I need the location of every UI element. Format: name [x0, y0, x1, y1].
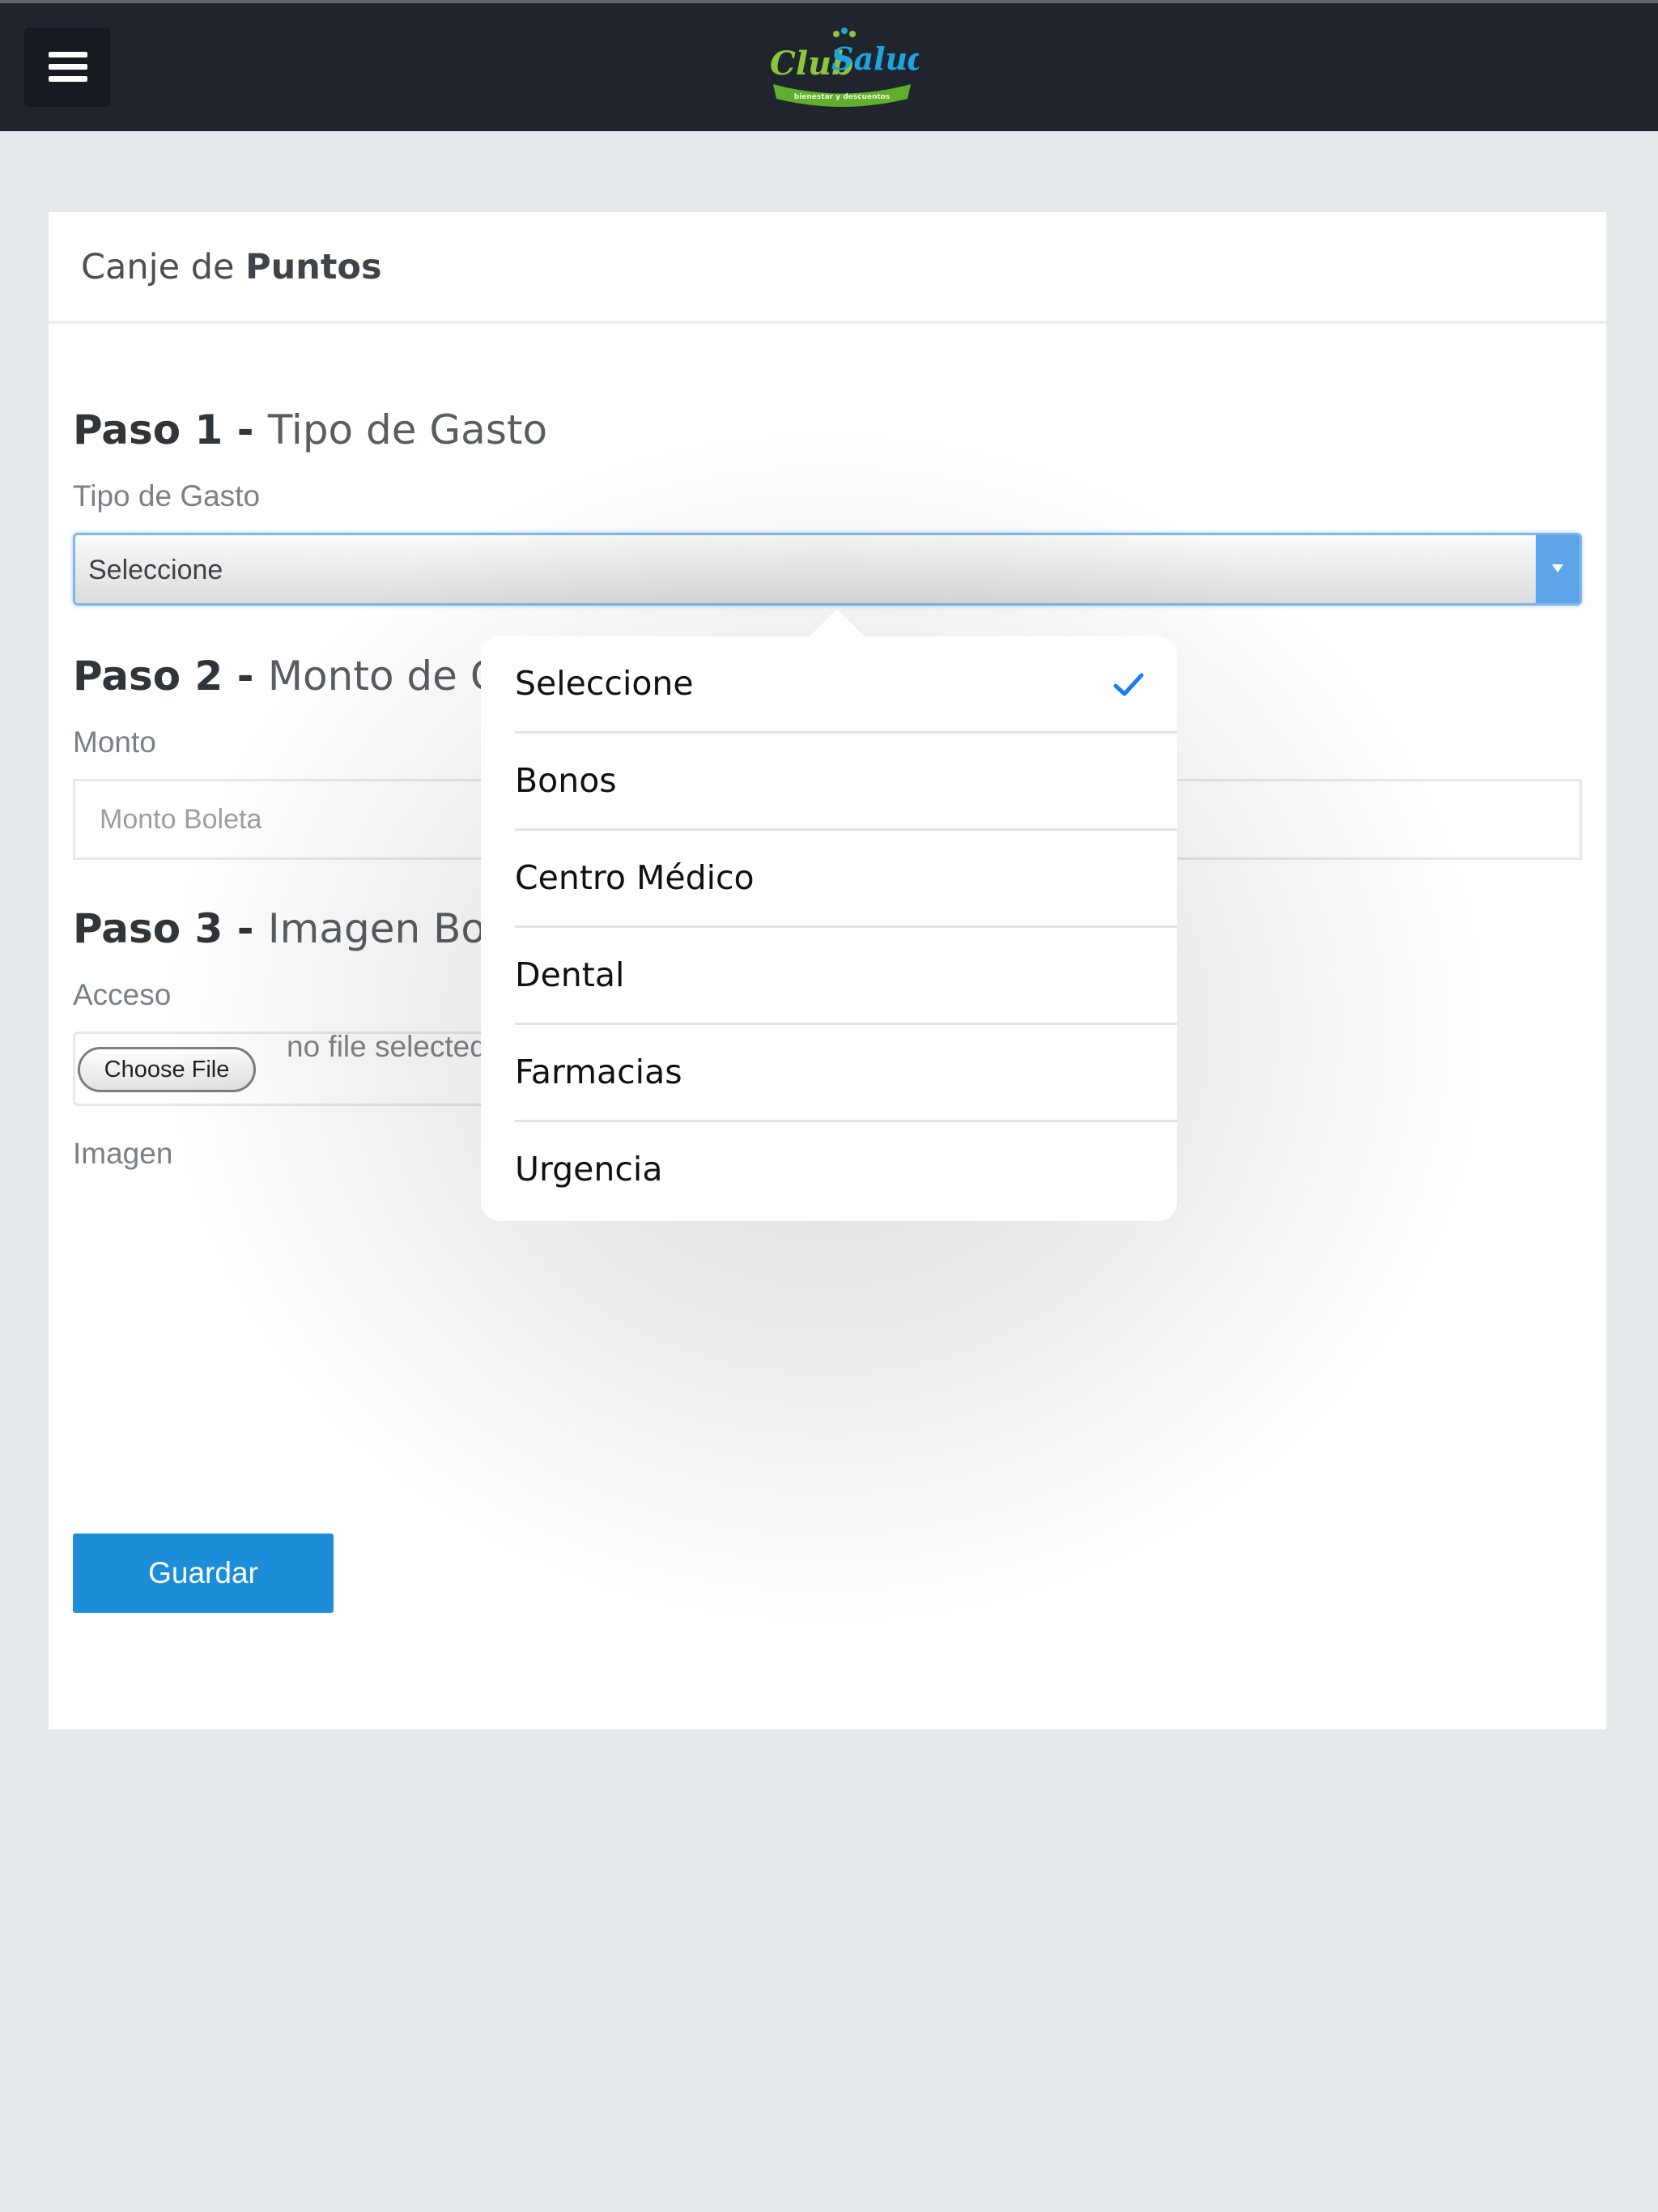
step1-title-text: Tipo de Gasto [267, 406, 548, 453]
step1-number: Paso 1 - [73, 406, 268, 453]
top-navigation-bar: Club Salud bienestar y descuentos [0, 0, 1658, 131]
dropdown-option-label: Farmacias [515, 1053, 682, 1091]
popover-arrow [810, 609, 865, 636]
checkmark-icon [1113, 673, 1144, 696]
dropdown-option-label: Dental [515, 955, 625, 994]
dropdown-option-label: Seleccione [515, 664, 694, 703]
page-title-strong: Puntos [245, 247, 382, 287]
image-label: Imagen [73, 1137, 173, 1170]
step2-number: Paso 2 - [73, 653, 268, 700]
choose-file-button[interactable]: Choose File [78, 1047, 256, 1092]
expense-type-dropdown: Seleccione Bonos Centro Médico Dental Fa… [481, 636, 1177, 1221]
hamburger-menu-icon-bar [49, 64, 87, 70]
page-title-prefix: Canje de [81, 247, 246, 287]
dropdown-option-dental[interactable]: Dental [515, 928, 1177, 1025]
card-header: Canje de Puntos [49, 212, 1606, 324]
dropdown-option-urgencia[interactable]: Urgencia [515, 1122, 1177, 1219]
expense-type-select[interactable]: Seleccione [73, 533, 1582, 606]
access-label: Acceso [73, 978, 172, 1011]
dropdown-option-centro-medico[interactable]: Centro Médico [515, 831, 1177, 928]
triangle-down-icon[interactable] [1536, 535, 1579, 603]
dropdown-option-farmacias[interactable]: Farmacias [515, 1025, 1177, 1122]
amount-label: Monto [73, 725, 156, 759]
logo-tagline: bienestar y descuentos [794, 93, 890, 101]
dropdown-option-label: Centro Médico [515, 858, 755, 897]
page-title: Canje de Puntos [81, 247, 382, 287]
dropdown-option-bonos[interactable]: Bonos [515, 734, 1177, 831]
logo-text-salud: Salud [831, 40, 919, 77]
save-button[interactable]: Guardar [73, 1534, 334, 1613]
dropdown-option-seleccione[interactable]: Seleccione [515, 636, 1177, 734]
hamburger-menu-button[interactable] [24, 28, 110, 107]
clubsalud-logo[interactable]: Club Salud bienestar y descuentos [765, 26, 919, 115]
dropdown-option-label: Bonos [515, 761, 617, 800]
hamburger-menu-icon-bar [49, 76, 87, 82]
step1-title: Paso 1 - Tipo de Gasto [73, 406, 547, 453]
expense-type-selected-value: Seleccione [88, 555, 223, 585]
hamburger-menu-icon [49, 52, 87, 57]
dropdown-option-label: Urgencia [515, 1150, 663, 1189]
file-status-text: no file selected [287, 1030, 487, 1063]
expense-type-label: Tipo de Gasto [73, 479, 261, 513]
step3-number: Paso 3 - [73, 905, 268, 952]
